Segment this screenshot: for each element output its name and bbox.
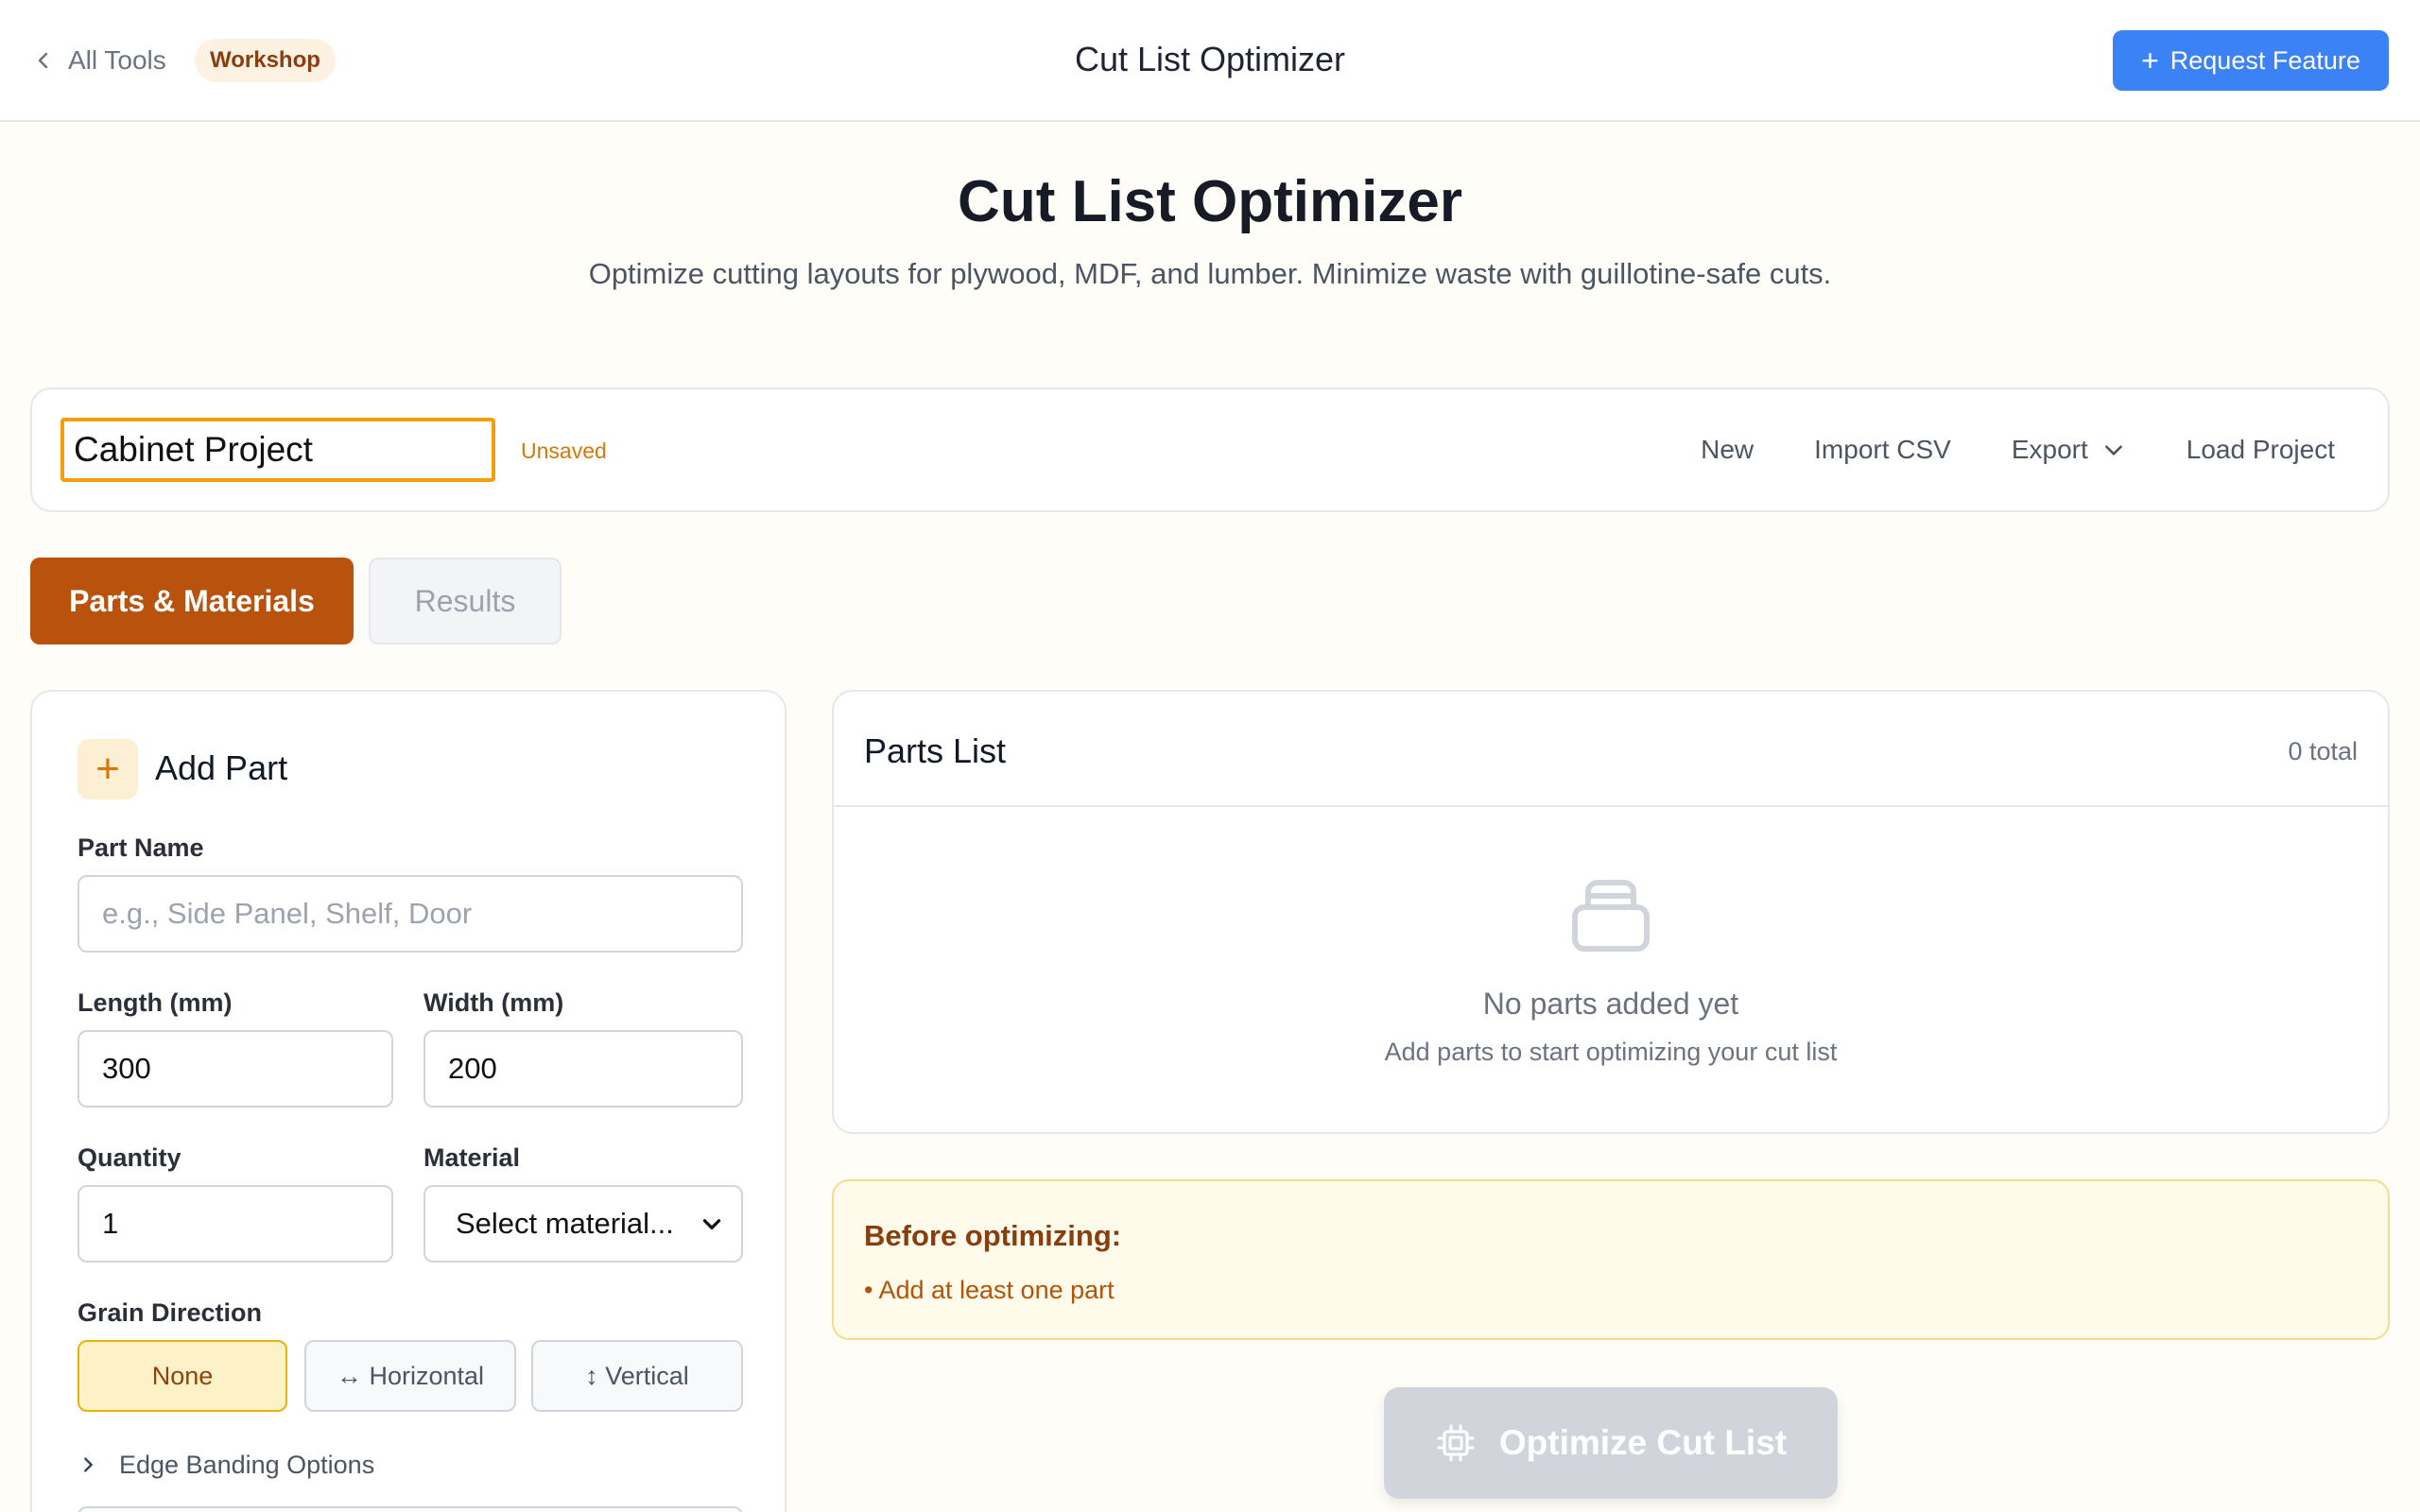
edge-banding-label: Edge Banding Options bbox=[119, 1450, 375, 1479]
notice-title: Before optimizing: bbox=[864, 1219, 1122, 1252]
parts-list-card: Parts List 0 total No parts added yet Ad… bbox=[832, 690, 2390, 1134]
before-optimizing-notice: Before optimizing: • Add at least one pa… bbox=[832, 1179, 2390, 1340]
notice-item: • Add at least one part bbox=[864, 1276, 1115, 1304]
new-project-button[interactable]: New bbox=[1701, 435, 1754, 465]
import-csv-button[interactable]: Import CSV bbox=[1814, 435, 1951, 465]
top-bar: All Tools Workshop Cut List Optimizer + … bbox=[0, 0, 2420, 122]
chevron-right-icon bbox=[84, 1457, 93, 1472]
project-actions: New Import CSV Export Load Project bbox=[1701, 431, 2335, 469]
empty-state-title: No parts added yet bbox=[1482, 987, 1739, 1021]
app-title: Cut List Optimizer bbox=[1074, 40, 1346, 78]
request-feature-label: Request Feature bbox=[2169, 45, 2360, 75]
parts-list-title: Parts List bbox=[864, 731, 1007, 770]
grain-horizontal-button[interactable]: ↔ Horizontal bbox=[304, 1340, 516, 1412]
package-icon bbox=[1572, 880, 1650, 952]
empty-state-subtitle: Add parts to start optimizing your cut l… bbox=[1384, 1038, 1838, 1066]
project-bar: Cabinet Project Unsaved New Import CSV E… bbox=[30, 387, 2390, 512]
tab-parts-materials[interactable]: Parts & Materials bbox=[30, 558, 354, 644]
part-name-input[interactable]: e.g., Side Panel, Shelf, Door bbox=[78, 875, 743, 953]
optimize-label: Optimize Cut List bbox=[1498, 1423, 1788, 1462]
save-status-label: Unsaved bbox=[521, 438, 607, 463]
chevron-down-icon bbox=[702, 1219, 721, 1229]
load-project-button[interactable]: Load Project bbox=[2187, 435, 2335, 465]
parts-list-header: Parts List 0 total bbox=[834, 692, 2388, 807]
plus-icon: + bbox=[2141, 43, 2159, 77]
cpu-icon bbox=[1437, 1424, 1475, 1462]
project-name-input[interactable]: Cabinet Project bbox=[60, 418, 495, 482]
optimize-cut-list-button[interactable]: Optimize Cut List bbox=[1384, 1387, 1838, 1499]
width-input[interactable]: 200 bbox=[424, 1030, 743, 1108]
grain-none-button[interactable]: None bbox=[78, 1340, 287, 1412]
add-part-card: + Add Part Part Name e.g., Side Panel, S… bbox=[30, 690, 786, 1512]
add-part-title: Add Part bbox=[155, 748, 288, 787]
quantity-label: Quantity bbox=[78, 1143, 182, 1172]
request-feature-button[interactable]: + Request Feature bbox=[2113, 30, 2389, 91]
export-dropdown-button[interactable]: Export bbox=[2012, 435, 2126, 465]
length-label: Length (mm) bbox=[78, 988, 233, 1017]
grain-direction-label: Grain Direction bbox=[78, 1298, 263, 1327]
parts-count: 0 total bbox=[2288, 737, 2358, 765]
add-part-button[interactable] bbox=[78, 1506, 743, 1512]
page-subtitle: Optimize cutting layouts for plywood, MD… bbox=[588, 257, 1832, 290]
tab-results[interactable]: Results bbox=[369, 558, 562, 644]
page-title: Cut List Optimizer bbox=[958, 169, 1462, 234]
grain-vertical-button[interactable]: ↕ Vertical bbox=[531, 1340, 743, 1412]
width-label: Width (mm) bbox=[424, 988, 564, 1017]
edge-banding-toggle[interactable]: Edge Banding Options bbox=[78, 1446, 374, 1484]
material-select[interactable]: Select material... bbox=[424, 1185, 743, 1263]
material-label: Material bbox=[424, 1143, 521, 1172]
quantity-input[interactable]: 1 bbox=[78, 1185, 393, 1263]
material-select-value: Select material... bbox=[456, 1207, 674, 1240]
length-input[interactable]: 300 bbox=[78, 1030, 393, 1108]
chevron-down-icon bbox=[2104, 445, 2122, 455]
part-name-label: Part Name bbox=[78, 833, 204, 862]
export-label: Export bbox=[2011, 435, 2088, 464]
plus-icon: + bbox=[78, 739, 138, 799]
